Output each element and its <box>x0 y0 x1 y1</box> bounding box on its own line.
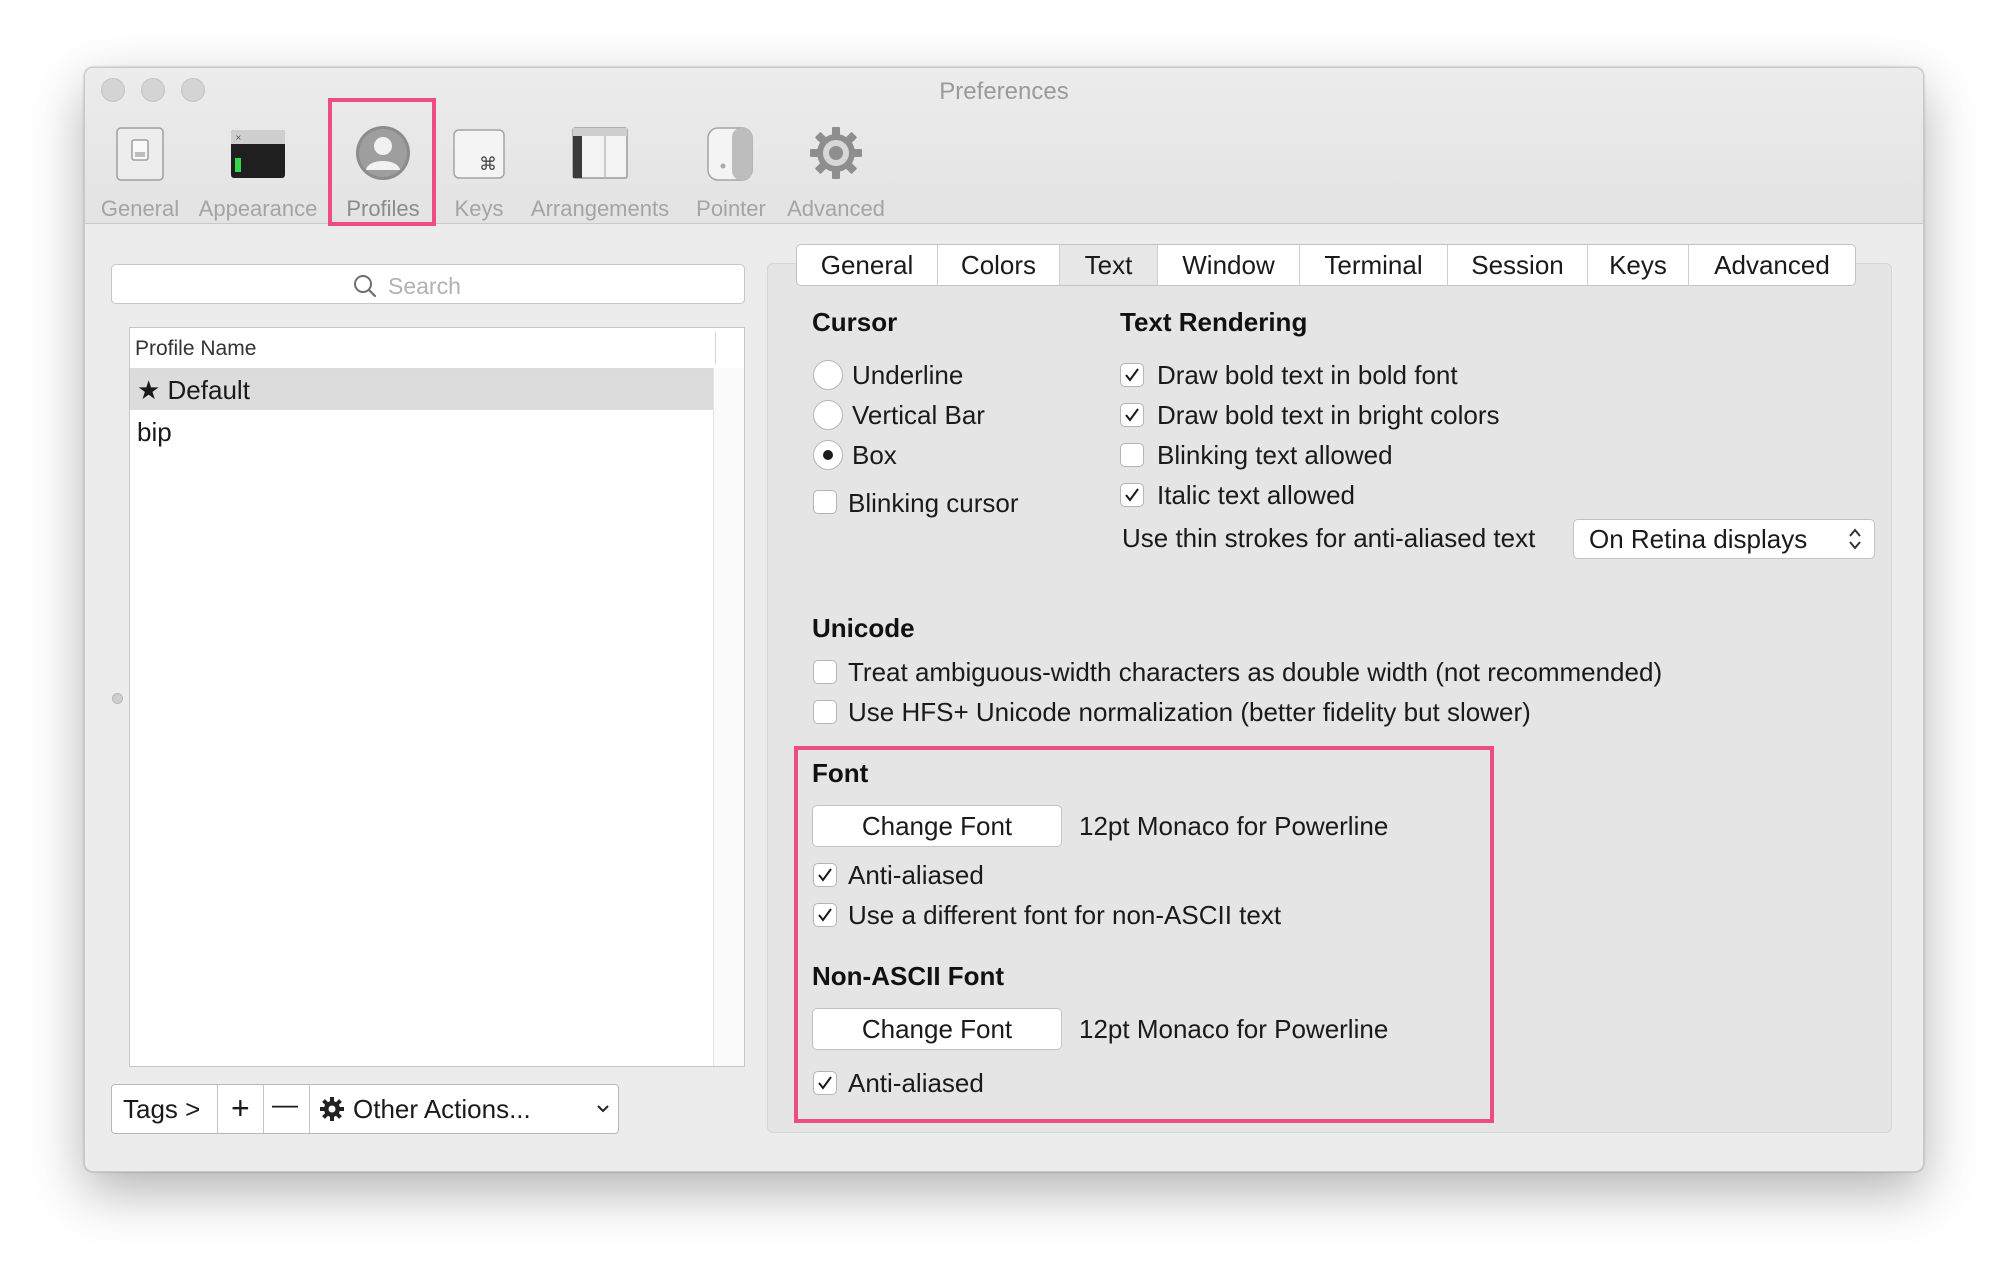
profile-tabs: General Colors Text Window Terminal Sess… <box>796 244 1856 286</box>
italic-text-label: Italic text allowed <box>1157 480 1355 510</box>
ambiguous-width-checkbox[interactable] <box>813 660 837 684</box>
up-down-arrows-icon <box>1849 528 1861 550</box>
tab-text[interactable]: Text <box>1060 245 1158 285</box>
search-placeholder: Search <box>388 273 461 299</box>
svg-text:⌘: ⌘ <box>479 154 497 175</box>
tab-advanced[interactable]: Advanced <box>1689 245 1855 285</box>
cursor-vertical-bar-radio[interactable] <box>813 400 843 430</box>
tab-keys[interactable]: Keys <box>1588 245 1689 285</box>
toolbar: Preferences General × Appearance Profile… <box>85 68 1923 226</box>
profile-name-column-header[interactable]: Profile Name <box>130 328 744 369</box>
blinking-cursor-label: Blinking cursor <box>848 488 1019 518</box>
preferences-window: Preferences General × Appearance Profile… <box>84 67 1924 1172</box>
cursor-underline-label: Underline <box>852 360 964 390</box>
toolbar-item-label: Keys <box>454 196 504 221</box>
bright-colors-checkbox[interactable] <box>1120 403 1144 427</box>
unicode-section-title: Unicode <box>812 613 915 643</box>
splitter-handle[interactable] <box>112 693 123 704</box>
chevron-down-icon <box>597 1105 609 1113</box>
cursor-underline-radio[interactable] <box>813 360 843 390</box>
profile-search-field[interactable]: Search <box>111 264 745 304</box>
cursor-box-label: Box <box>852 440 897 470</box>
cursor-box-radio[interactable] <box>813 440 843 470</box>
bright-colors-label: Draw bold text in bright colors <box>1157 400 1500 430</box>
search-icon <box>354 275 377 298</box>
command-key-icon: ⌘ <box>453 129 505 179</box>
bold-font-checkbox[interactable] <box>1120 363 1144 387</box>
tab-colors[interactable]: Colors <box>938 245 1060 285</box>
gear-icon <box>320 1097 344 1121</box>
checkmark-icon <box>1125 408 1139 422</box>
thin-strokes-label: Use thin strokes for anti-aliased text <box>1122 523 1536 553</box>
window-arrangement-icon <box>572 127 628 179</box>
bold-font-label: Draw bold text in bold font <box>1157 360 1458 390</box>
tab-terminal[interactable]: Terminal <box>1300 245 1448 285</box>
toolbar-item-label: Advanced <box>787 196 885 221</box>
profile-row-default[interactable]: ★ Default <box>130 369 715 410</box>
hfs-normalization-checkbox[interactable] <box>813 700 837 724</box>
toolbar-item-appearance[interactable]: × Appearance <box>195 118 321 228</box>
add-profile-button[interactable]: + <box>218 1085 264 1133</box>
toolbar-item-label: Appearance <box>198 196 318 221</box>
blinking-text-label: Blinking text allowed <box>1157 440 1393 470</box>
tab-window[interactable]: Window <box>1158 245 1300 285</box>
blinking-cursor-checkbox[interactable] <box>813 490 837 514</box>
tab-session[interactable]: Session <box>1448 245 1588 285</box>
column-divider <box>715 332 716 364</box>
toolbar-item-general[interactable]: General <box>85 118 195 228</box>
gear-icon <box>810 127 862 179</box>
profile-row-bip[interactable]: bip <box>130 411 715 452</box>
blinking-text-checkbox[interactable] <box>1120 443 1144 467</box>
toolbar-item-label: General <box>100 196 180 221</box>
toolbar-item-pointer[interactable]: Pointer <box>681 118 781 228</box>
text-rendering-section-title: Text Rendering <box>1120 307 1308 337</box>
toolbar-item-label: Pointer <box>696 196 766 221</box>
checkmark-icon <box>1125 488 1139 502</box>
mouse-icon <box>707 127 753 181</box>
remove-profile-button[interactable]: — <box>264 1085 310 1133</box>
toolbar-item-arrangements[interactable]: Arrangements <box>519 118 681 228</box>
ambiguous-width-label: Treat ambiguous-width characters as doub… <box>848 657 1663 687</box>
thin-strokes-select[interactable]: On Retina displays <box>1573 519 1875 559</box>
tags-button[interactable]: Tags > <box>112 1085 218 1133</box>
toolbar-item-label: Arrangements <box>530 196 670 221</box>
cursor-section-title: Cursor <box>812 307 898 337</box>
general-switch-icon <box>116 127 164 181</box>
profile-list: Profile Name ★ Default bip <box>129 327 745 1067</box>
terminal-window-icon: × <box>231 130 285 178</box>
checkmark-icon <box>1125 368 1139 382</box>
profiles-highlight-box <box>328 98 436 226</box>
hfs-normalization-label: Use HFS+ Unicode normalization (better f… <box>848 697 1531 727</box>
profile-actions-bar: Tags > + — Other Actions... <box>111 1084 619 1134</box>
italic-text-checkbox[interactable] <box>1120 483 1144 507</box>
profile-list-scrollbar[interactable] <box>713 368 744 1066</box>
tab-general[interactable]: General <box>797 245 938 285</box>
other-actions-dropdown[interactable]: Other Actions... <box>310 1085 618 1133</box>
toolbar-item-keys[interactable]: ⌘ Keys <box>439 118 519 228</box>
cursor-vertical-bar-label: Vertical Bar <box>852 400 985 430</box>
svg-text:×: × <box>235 133 242 142</box>
font-settings-highlight-box <box>794 746 1494 1123</box>
toolbar-item-advanced[interactable]: Advanced <box>777 118 895 228</box>
